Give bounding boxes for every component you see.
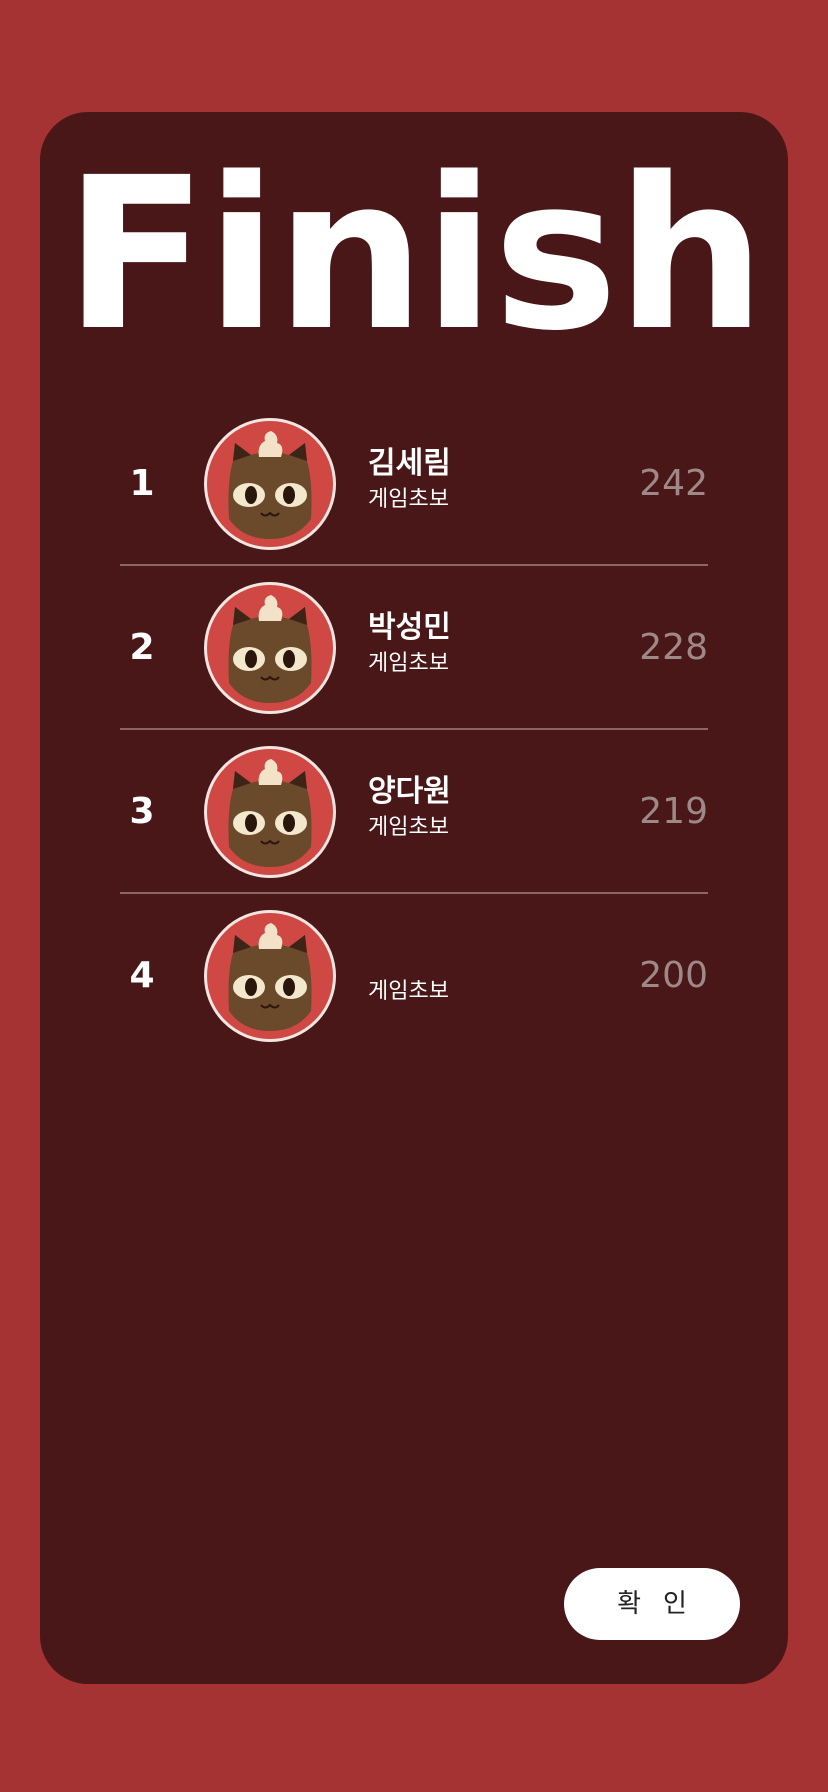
player-score: 219 xyxy=(639,791,708,832)
confirm-button[interactable]: 확인 xyxy=(564,1568,740,1640)
rank-number: 2 xyxy=(129,627,155,668)
player-name: 양다원 xyxy=(368,774,451,809)
finish-title: Finish xyxy=(64,132,765,377)
player-name: 박성민 xyxy=(368,610,451,645)
player-score: 228 xyxy=(639,627,708,668)
ranking-row: 1 김세림 게임초보 242 xyxy=(120,402,708,566)
player-title: 게임초보 xyxy=(368,651,449,676)
cat-avatar-icon xyxy=(204,746,336,878)
player-title: 게임초보 xyxy=(368,815,449,840)
ranking-row: 4 게임초보 200 xyxy=(120,894,708,1058)
player-title: 게임초보 xyxy=(368,487,449,512)
player-score: 200 xyxy=(639,955,708,996)
cat-avatar-icon xyxy=(204,418,336,550)
rank-number: 1 xyxy=(129,463,155,504)
player-title: 게임초보 xyxy=(368,979,449,1004)
player-score: 242 xyxy=(639,463,708,504)
ranking-row: 2 박성민 게임초보 228 xyxy=(120,566,708,730)
cat-avatar-icon xyxy=(204,582,336,714)
rank-number: 3 xyxy=(129,791,155,832)
rank-number: 4 xyxy=(129,955,155,996)
cat-avatar-icon xyxy=(204,910,336,1042)
ranking-row: 3 양다원 게임초보 219 xyxy=(120,730,708,894)
player-name: 김세림 xyxy=(368,446,451,481)
